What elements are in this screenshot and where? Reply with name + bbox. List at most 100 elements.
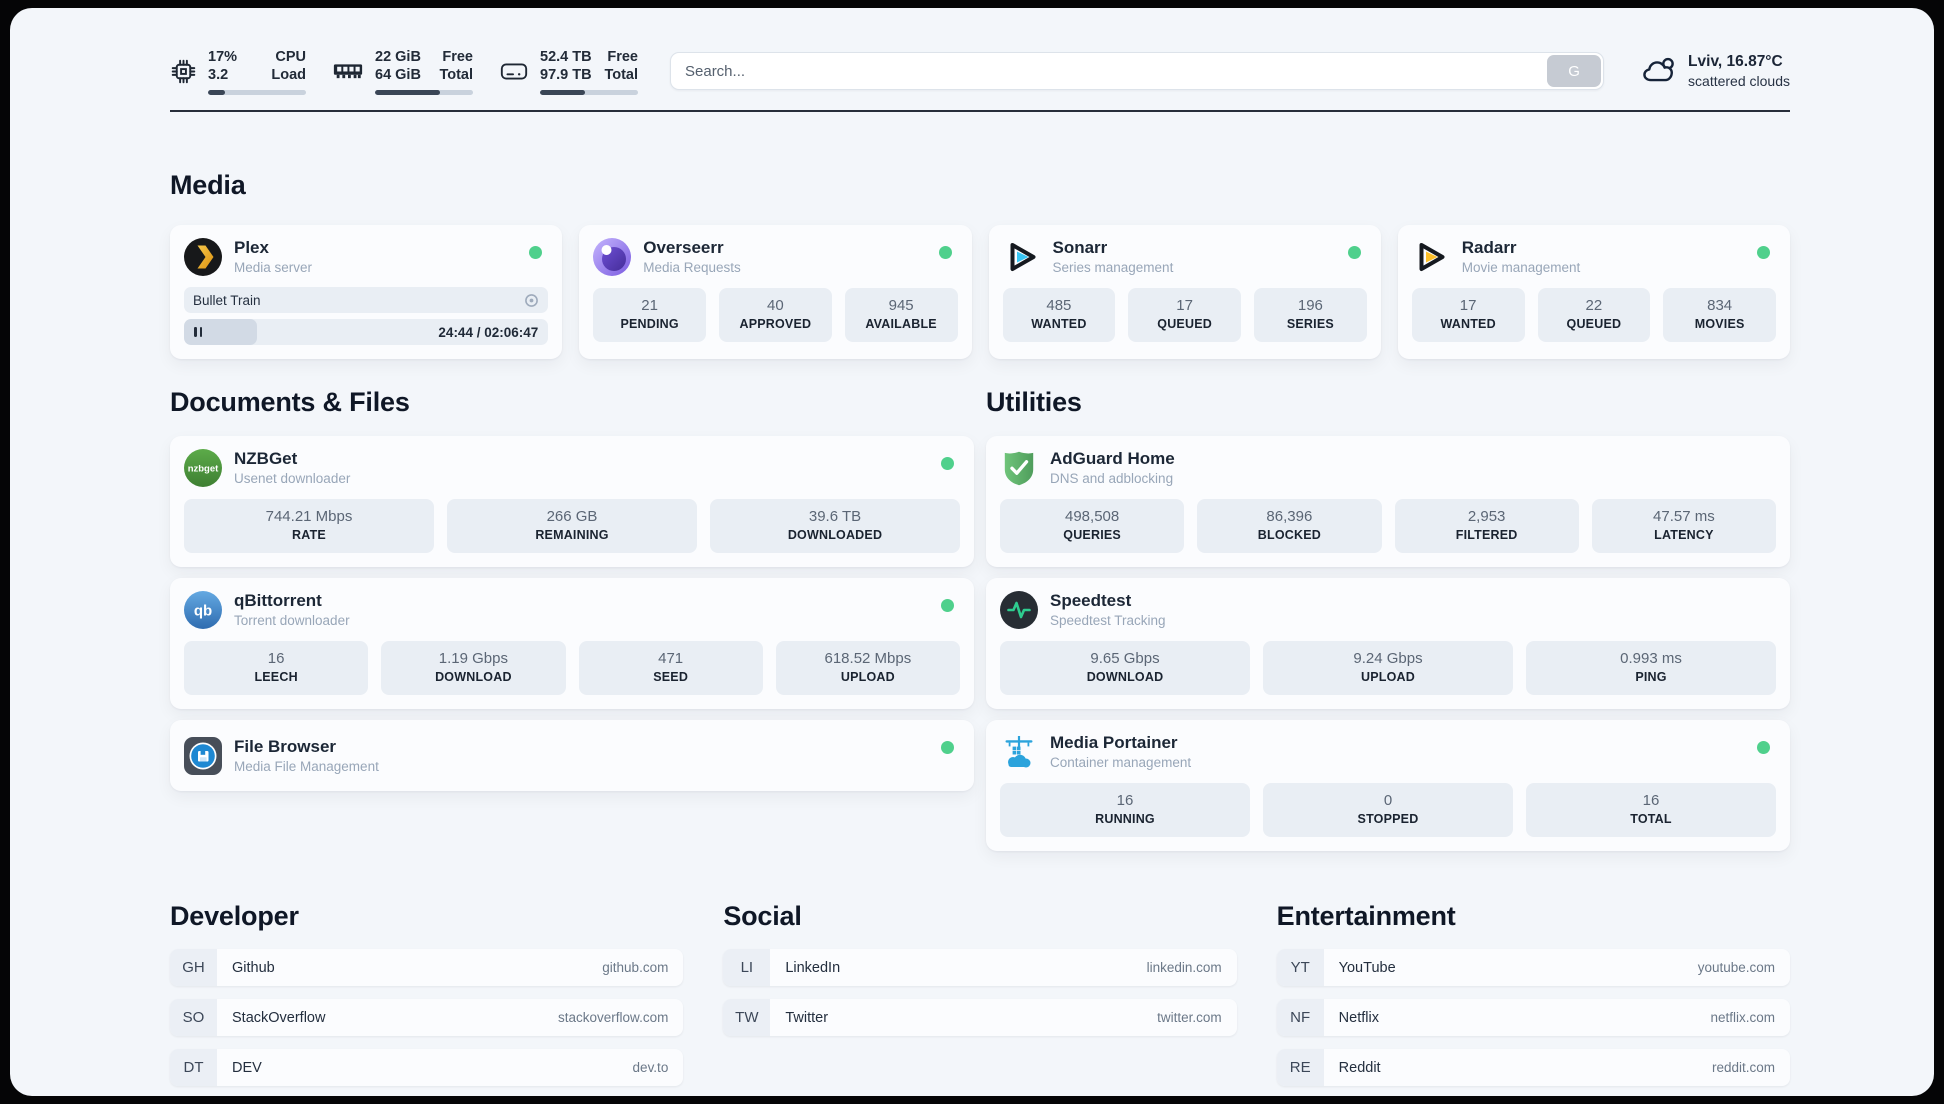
bookmark-dev[interactable]: DT DEV dev.to xyxy=(170,1049,684,1086)
app-card-adguard[interactable]: AdGuard Home DNS and adblocking 498,508 … xyxy=(986,436,1790,567)
stat-chip-total: 16 TOTAL xyxy=(1526,783,1776,837)
filebrowser-icon xyxy=(184,736,222,775)
stat-chip-download: 9.65 Gbps DOWNLOAD xyxy=(1000,641,1250,695)
app-subtitle: Container management xyxy=(1050,755,1192,770)
section-title-utilities: Utilities xyxy=(986,387,1082,417)
bookmark-twitter[interactable]: TW Twitter twitter.com xyxy=(723,999,1237,1036)
radarr-icon xyxy=(1412,238,1450,276)
nzbget-icon: nzbget xyxy=(184,448,222,487)
bookmark-name: YouTube xyxy=(1338,959,1396,976)
now-playing-item: Bullet Train xyxy=(184,287,549,313)
bookmark-url: dev.to xyxy=(632,1060,669,1075)
bookmark-url: netflix.com xyxy=(1710,1010,1775,1025)
section-entertainment: Entertainment YT YouTube youtube.com NF … xyxy=(1276,901,1790,1086)
memory-icon xyxy=(332,60,364,82)
disk-free-value: 52.4 TB xyxy=(540,48,592,65)
app-card-sonarr[interactable]: Sonarr Series management 485 WANTED 17 Q… xyxy=(988,225,1381,359)
memory-total-value: 64 GiB xyxy=(375,67,421,83)
app-card-speedtest[interactable]: Speedtest Speedtest Tracking 9.65 Gbps D… xyxy=(986,578,1790,709)
media-type-icon xyxy=(524,293,539,308)
playback-progress: 24:44 / 02:06:47 xyxy=(184,319,549,345)
app-card-radarr[interactable]: Radarr Movie management 17 WANTED 22 QUE… xyxy=(1397,225,1790,359)
weather-condition: scattered clouds xyxy=(1688,73,1790,89)
app-name: qBittorrent xyxy=(234,591,322,610)
playback-time: 24:44 / 02:06:47 xyxy=(438,324,539,340)
section-documents: Documents & Files nzbget NZBGet Usenet d… xyxy=(170,387,974,791)
bookmark-url: youtube.com xyxy=(1697,960,1775,975)
cpu-progress-bar xyxy=(208,89,306,95)
cpu-label: CPU xyxy=(275,48,306,65)
stat-chip-leech: 16 LEECH xyxy=(184,641,369,695)
top-bar: 17% 3.2 CPU Load 22 GiB 64 GiB Free Tota… xyxy=(170,8,1790,112)
search-form: G xyxy=(670,52,1605,90)
stat-chip-pending: 21 PENDING xyxy=(593,288,706,342)
stat-chip-download: 1.19 Gbps DOWNLOAD xyxy=(381,641,566,695)
resource-disk: 52.4 TB 97.9 TB Free Total xyxy=(499,48,638,95)
app-card-overseerr[interactable]: Overseerr Media Requests 21 PENDING 40 A… xyxy=(579,225,972,359)
search-provider-button[interactable]: G xyxy=(1547,55,1602,87)
bookmark-abbr: SO xyxy=(170,999,217,1036)
bookmark-name: Reddit xyxy=(1338,1059,1381,1076)
cpu-load-label: Load xyxy=(271,67,306,83)
disk-free-label: Free xyxy=(607,48,638,65)
stat-chip-downloaded: 39.6 TB DOWNLOADED xyxy=(710,499,960,553)
bookmark-linkedin[interactable]: LI LinkedIn linkedin.com xyxy=(723,949,1237,986)
app-subtitle: Usenet downloader xyxy=(234,471,351,486)
section-media: Media Plex Media server Bullet Train 24:… xyxy=(170,170,1790,359)
search-input[interactable] xyxy=(670,52,1605,90)
bookmark-url: github.com xyxy=(602,960,669,975)
bookmark-github[interactable]: GH Github github.com xyxy=(170,949,684,986)
resource-memory: 22 GiB 64 GiB Free Total xyxy=(332,48,473,95)
bookmark-abbr: LI xyxy=(723,949,771,986)
app-card-filebrowser[interactable]: File Browser Media File Management xyxy=(170,720,974,791)
cpu-load-value: 3.2 xyxy=(208,67,229,83)
stat-chip-latency: 47.57 ms LATENCY xyxy=(1591,499,1776,553)
bookmark-url: linkedin.com xyxy=(1146,960,1222,975)
portainer-icon xyxy=(1000,733,1038,771)
stat-chip-series: 196 SERIES xyxy=(1254,288,1367,342)
memory-total-label: Total xyxy=(439,67,473,83)
stat-chip-filtered: 2,953 FILTERED xyxy=(1394,499,1579,553)
qbittorrent-icon: qb xyxy=(184,590,222,629)
stat-chip-queries: 498,508 QUERIES xyxy=(1000,499,1185,553)
app-subtitle: Series management xyxy=(1052,260,1174,275)
bookmark-name: Github xyxy=(232,959,275,976)
stat-chip-remaining: 266 GB REMAINING xyxy=(447,499,697,553)
app-name: NZBGet xyxy=(234,449,298,468)
disk-icon xyxy=(499,59,529,83)
bookmark-stackoverflow[interactable]: SO StackOverflow stackoverflow.com xyxy=(170,999,684,1036)
section-title-media: Media xyxy=(170,170,246,200)
bookmark-name: Twitter xyxy=(785,1009,829,1026)
app-subtitle: Torrent downloader xyxy=(234,613,350,628)
bookmark-name: StackOverflow xyxy=(232,1009,326,1026)
app-name: Plex xyxy=(234,238,269,257)
speedtest-icon xyxy=(1000,590,1038,629)
bookmark-youtube[interactable]: YT YouTube youtube.com xyxy=(1276,949,1790,986)
stat-chip-wanted: 17 WANTED xyxy=(1411,288,1525,342)
stat-chip-queued: 22 QUEUED xyxy=(1537,288,1651,342)
status-dot xyxy=(1347,246,1361,259)
disk-total-value: 97.9 TB xyxy=(540,67,592,83)
bookmark-netflix[interactable]: NF Netflix netflix.com xyxy=(1276,999,1790,1036)
status-dot xyxy=(529,246,543,259)
memory-free-label: Free xyxy=(442,48,473,65)
bookmark-reddit[interactable]: RE Reddit reddit.com xyxy=(1276,1049,1790,1086)
cloud-icon xyxy=(1640,53,1678,90)
cpu-icon xyxy=(170,58,197,85)
app-card-qbittorrent[interactable]: qb qBittorrent Torrent downloader 16 LEE… xyxy=(170,578,974,709)
app-card-portainer[interactable]: Media Portainer Container management 16 … xyxy=(986,720,1790,851)
pause-icon xyxy=(194,327,203,337)
app-card-plex[interactable]: Plex Media server Bullet Train 24:44 / 0… xyxy=(170,225,563,359)
app-name: Media Portainer xyxy=(1050,733,1178,752)
resource-cpu: 17% 3.2 CPU Load xyxy=(170,48,306,95)
disk-total-label: Total xyxy=(604,67,638,83)
stat-chip-running: 16 RUNNING xyxy=(1000,783,1250,837)
stat-chip-available: 945 AVAILABLE xyxy=(844,288,958,342)
now-playing-title: Bullet Train xyxy=(193,292,261,308)
section-title-documents: Documents & Files xyxy=(170,387,410,417)
plex-icon xyxy=(184,237,222,276)
app-subtitle: Media server xyxy=(234,260,313,275)
stat-chip-seed: 471 SEED xyxy=(578,641,763,695)
app-card-nzbget[interactable]: nzbget NZBGet Usenet downloader 744.21 M… xyxy=(170,436,974,567)
app-name: Overseerr xyxy=(643,238,724,257)
